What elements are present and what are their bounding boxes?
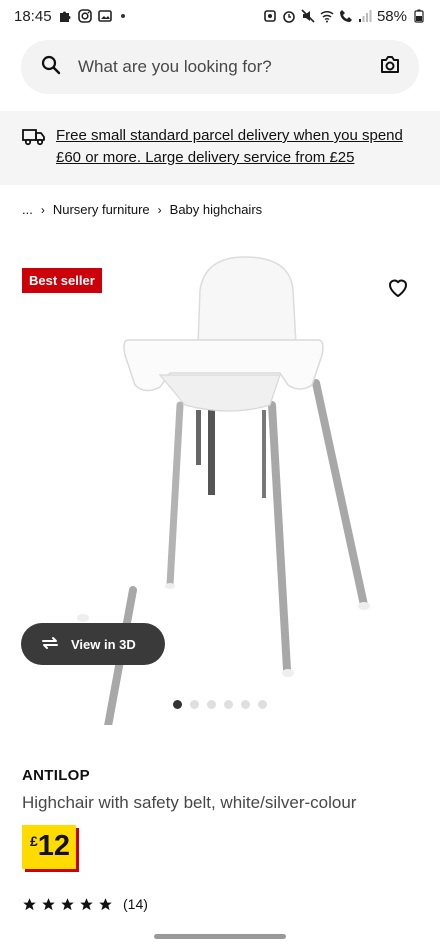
status-time: 18:45: [14, 7, 52, 25]
rotate-3d-icon: [39, 635, 61, 654]
battery-percent: 58%: [376, 7, 407, 25]
instagram-icon: [77, 9, 92, 23]
puzzle-icon: [58, 9, 72, 23]
star-icon: [99, 897, 112, 910]
home-indicator[interactable]: [154, 934, 286, 939]
product-name: ANTILOP: [22, 767, 90, 784]
wifi-icon: [320, 9, 334, 23]
star-icon: [61, 897, 74, 910]
nfc-icon: [263, 9, 277, 23]
breadcrumb-nursery-furniture[interactable]: Nursery furniture: [53, 202, 150, 217]
carousel-dot[interactable]: [258, 700, 267, 709]
star-icon: [80, 897, 93, 910]
call-icon: [339, 9, 353, 23]
signal-icon: [358, 9, 372, 23]
carousel-dot[interactable]: [207, 700, 216, 709]
battery-icon: [412, 9, 426, 23]
search-input[interactable]: What are you looking for?: [78, 57, 379, 77]
breadcrumb: ... › Nursery furniture › Baby highchair…: [22, 202, 262, 217]
alarm-icon: [282, 9, 296, 23]
star-icon: [23, 897, 36, 910]
price-tag: £ 12: [22, 825, 77, 869]
best-seller-badge: Best seller: [22, 268, 102, 293]
rating-stars: [22, 897, 113, 912]
mute-icon: [301, 9, 315, 23]
carousel-dot[interactable]: [241, 700, 250, 709]
status-right: 58%: [263, 8, 426, 25]
search-icon: [41, 55, 61, 80]
chevron-right-icon: ›: [157, 202, 162, 217]
status-left: 18:45: [14, 8, 125, 25]
notification-dot: [120, 14, 125, 18]
breadcrumb-baby-highchairs[interactable]: Baby highchairs: [170, 202, 263, 217]
carousel-dots: [173, 700, 267, 709]
carousel-dot[interactable]: [173, 700, 182, 709]
star-icon: [42, 897, 55, 910]
carousel-dot[interactable]: [224, 700, 233, 709]
view-in-3d-label: View in 3D: [71, 636, 136, 652]
price-currency: £: [30, 833, 38, 849]
carousel-dot[interactable]: [190, 700, 199, 709]
product-description: Highchair with safety belt, white/silver…: [22, 793, 357, 812]
price-value: 12: [37, 830, 71, 862]
rating[interactable]: (14): [22, 896, 148, 912]
breadcrumb-ellipsis[interactable]: ...: [22, 202, 33, 217]
heart-icon[interactable]: [386, 276, 410, 300]
truck-icon: [22, 128, 46, 151]
chevron-right-icon: ›: [40, 202, 45, 217]
search-bar[interactable]: What are you looking for?: [21, 40, 419, 94]
rating-count: (14): [123, 896, 148, 912]
delivery-banner[interactable]: Free small standard parcel delivery when…: [0, 111, 440, 185]
photo-icon: [97, 9, 112, 23]
view-in-3d-button[interactable]: View in 3D: [21, 623, 165, 665]
delivery-link[interactable]: Free small standard parcel delivery when…: [56, 125, 426, 169]
camera-icon[interactable]: [379, 55, 401, 80]
status-bar: 18:45 58%: [0, 0, 440, 32]
